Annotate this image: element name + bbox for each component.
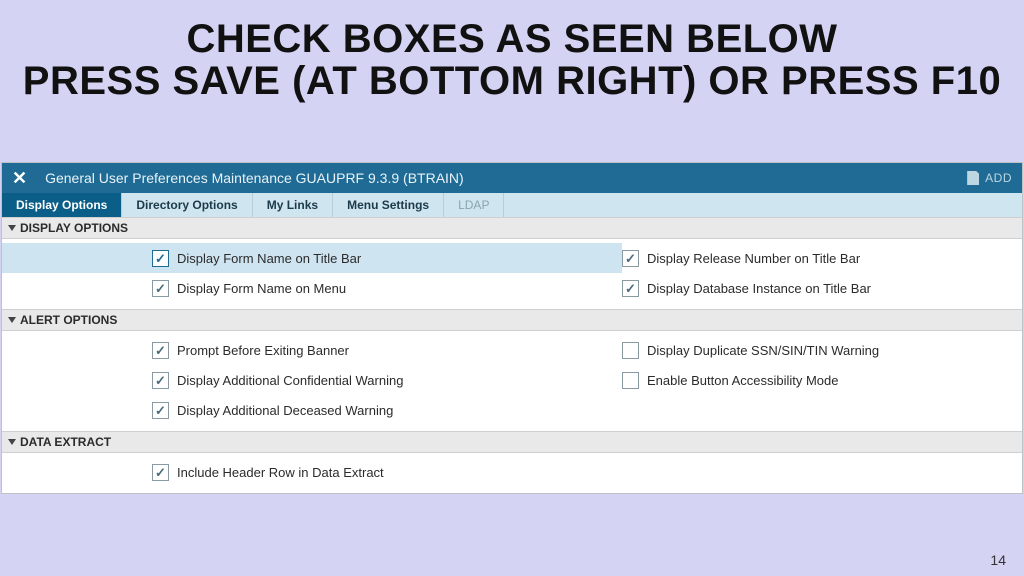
add-label: ADD <box>985 171 1012 185</box>
tab-my-links[interactable]: My Links <box>253 193 333 217</box>
tab-directory-options[interactable]: Directory Options <box>122 193 252 217</box>
checkbox-prompt-before-exit[interactable] <box>152 342 169 359</box>
option-label: Display Additional Deceased Warning <box>177 403 393 418</box>
section-header-alert[interactable]: ALERT OPTIONS <box>2 309 1022 331</box>
section-title: DATA EXTRACT <box>20 435 111 449</box>
option-label: Include Header Row in Data Extract <box>177 465 384 480</box>
section-header-display[interactable]: DISPLAY OPTIONS <box>2 217 1022 239</box>
option-label: Prompt Before Exiting Banner <box>177 343 349 358</box>
checkbox-confidential-warning[interactable] <box>152 372 169 389</box>
option-label: Display Form Name on Menu <box>177 281 346 296</box>
checkbox-display-form-name-title[interactable] <box>152 250 169 267</box>
option-row: Display Form Name on Menu Display Databa… <box>2 273 1022 303</box>
slide-page-number: 14 <box>990 552 1006 568</box>
close-icon[interactable]: ✕ <box>12 169 27 187</box>
option-label: Display Release Number on Title Bar <box>647 251 860 266</box>
option-row: Prompt Before Exiting Banner Display Dup… <box>2 335 1022 365</box>
checkbox-display-form-name-menu[interactable] <box>152 280 169 297</box>
checkbox-include-header-row[interactable] <box>152 464 169 481</box>
option-label: Enable Button Accessibility Mode <box>647 373 839 388</box>
checkbox-display-release-number[interactable] <box>622 250 639 267</box>
option-label: Display Additional Confidential Warning <box>177 373 403 388</box>
option-row: Display Form Name on Title Bar Display R… <box>2 243 1022 273</box>
checkbox-accessibility-mode[interactable] <box>622 372 639 389</box>
section-title: DISPLAY OPTIONS <box>20 221 128 235</box>
tab-display-options[interactable]: Display Options <box>2 193 122 217</box>
window-titlebar: ✕ General User Preferences Maintenance G… <box>2 163 1022 193</box>
checkbox-deceased-warning[interactable] <box>152 402 169 419</box>
slide-title: CHECK BOXES AS SEEN BELOW PRESS SAVE (AT… <box>0 0 1024 102</box>
chevron-down-icon <box>8 317 16 323</box>
document-add-icon <box>967 171 979 185</box>
add-button[interactable]: ADD <box>967 171 1012 185</box>
tab-bar: Display Options Directory Options My Lin… <box>2 193 1022 217</box>
tab-menu-settings[interactable]: Menu Settings <box>333 193 444 217</box>
slide-title-line2: PRESS SAVE (AT BOTTOM RIGHT) OR PRESS F1… <box>0 60 1024 102</box>
option-label: Display Database Instance on Title Bar <box>647 281 871 296</box>
section-title: ALERT OPTIONS <box>20 313 117 327</box>
option-row: Include Header Row in Data Extract <box>2 457 1022 487</box>
window-title: General User Preferences Maintenance GUA… <box>45 170 464 186</box>
checkbox-duplicate-ssn-warning[interactable] <box>622 342 639 359</box>
app-window: ✕ General User Preferences Maintenance G… <box>1 162 1023 494</box>
chevron-down-icon <box>8 439 16 445</box>
option-row: Display Additional Confidential Warning … <box>2 365 1022 395</box>
option-label: Display Duplicate SSN/SIN/TIN Warning <box>647 343 879 358</box>
tab-ldap[interactable]: LDAP <box>444 193 504 217</box>
slide-title-line1: CHECK BOXES AS SEEN BELOW <box>0 18 1024 60</box>
option-label: Display Form Name on Title Bar <box>177 251 361 266</box>
checkbox-display-database-instance[interactable] <box>622 280 639 297</box>
option-row: Display Additional Deceased Warning <box>2 395 1022 425</box>
chevron-down-icon <box>8 225 16 231</box>
section-header-data-extract[interactable]: DATA EXTRACT <box>2 431 1022 453</box>
